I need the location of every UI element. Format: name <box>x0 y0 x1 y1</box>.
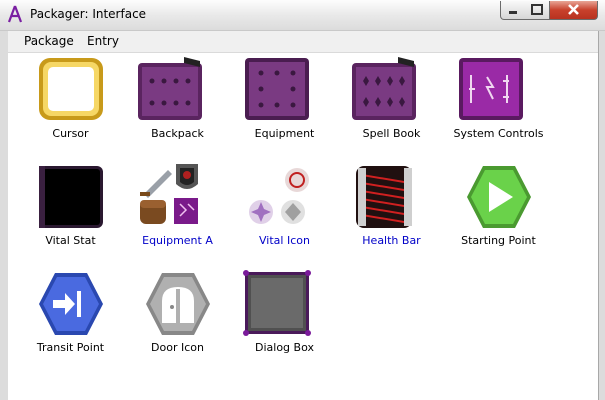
minimize-icon <box>509 11 517 14</box>
vital-icon <box>249 168 309 224</box>
starting-point-icon <box>467 166 531 228</box>
item-backpack[interactable]: Backpack <box>124 53 231 153</box>
item-spell-book[interactable]: Spell Book <box>338 53 445 153</box>
item-label: Equipment <box>254 127 315 140</box>
item-dialog-box[interactable]: Dialog Box <box>231 267 338 367</box>
window-title: Packager: Interface <box>30 7 147 21</box>
item-equipment[interactable]: Equipment <box>231 53 338 153</box>
item-health-bar[interactable]: Health Bar <box>338 160 445 260</box>
item-door-icon[interactable]: Door Icon <box>124 267 231 367</box>
maximize-button[interactable] <box>525 1 550 20</box>
close-button[interactable] <box>550 1 598 20</box>
item-label: Vital Icon <box>259 234 310 247</box>
item-label: Health Bar <box>362 234 421 247</box>
asset-grid: Cursor Backpack Equipment Spell Book Sys… <box>8 53 598 400</box>
item-vital-icon[interactable]: Vital Icon <box>231 160 338 260</box>
close-icon <box>568 4 579 15</box>
health-bar-icon <box>356 166 412 228</box>
equipment-a-icon <box>140 164 198 224</box>
item-system-controls[interactable]: System Controls <box>445 53 552 153</box>
maximize-icon <box>531 4 543 15</box>
item-label: Dialog Box <box>255 341 314 354</box>
item-starting-point[interactable]: Starting Point <box>445 160 552 260</box>
door-icon <box>146 273 210 335</box>
menu-package[interactable]: Package <box>24 34 74 48</box>
item-cursor[interactable]: Cursor <box>17 53 124 153</box>
window-border-right <box>598 31 605 400</box>
transit-point-icon <box>39 273 103 335</box>
minimize-button[interactable] <box>500 1 526 20</box>
item-vital-stat[interactable]: Vital Stat <box>17 160 124 260</box>
item-label: System Controls <box>453 127 544 140</box>
item-label: Starting Point <box>461 234 536 247</box>
menu-entry[interactable]: Entry <box>87 34 119 48</box>
item-label: Vital Stat <box>45 234 96 247</box>
item-label: Equipment A <box>142 234 213 247</box>
cursor-icon <box>39 58 103 120</box>
menu-bar: Package Entry <box>8 31 598 53</box>
backpack-icon <box>138 57 202 120</box>
item-transit-point[interactable]: Transit Point <box>17 267 124 367</box>
vital-stat-icon <box>39 166 103 228</box>
app-icon <box>7 5 23 23</box>
item-equipment-a[interactable]: Equipment A <box>124 160 231 260</box>
dialog-box-icon <box>243 270 311 336</box>
spell-book-icon <box>352 57 416 120</box>
item-label: Door Icon <box>151 341 204 354</box>
system-controls-icon <box>459 58 523 120</box>
title-bar[interactable]: Packager: Interface <box>0 0 605 31</box>
item-label: Backpack <box>151 127 204 140</box>
equipment-icon <box>245 58 309 120</box>
item-label: Cursor <box>52 127 89 140</box>
item-label: Spell Book <box>362 127 421 140</box>
packager-window: Packager: Interface Package Entry Cursor <box>0 0 605 400</box>
item-label: Transit Point <box>36 341 105 354</box>
